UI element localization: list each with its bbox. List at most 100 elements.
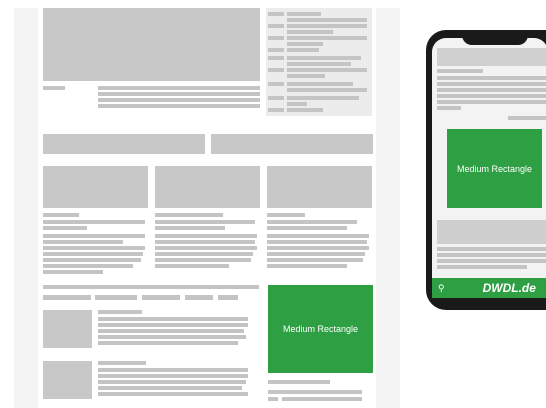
- sidebar-item: [268, 36, 284, 40]
- teaser-line: [267, 226, 347, 230]
- brand-logo[interactable]: DWDL.de: [483, 281, 536, 295]
- hero-caption: [43, 86, 65, 90]
- teaser-line: [267, 234, 369, 238]
- search-icon[interactable]: ⚲: [438, 283, 445, 294]
- mobile-text-line: [437, 106, 461, 110]
- list-line: [98, 317, 248, 321]
- mobile-text-line: [437, 88, 546, 92]
- teaser-headline: [155, 213, 223, 217]
- sidebar-item: [268, 108, 284, 112]
- nav-tab: [185, 295, 213, 300]
- mobile-text-line: [437, 259, 546, 263]
- teaser-line: [43, 258, 141, 262]
- list-line: [98, 341, 238, 345]
- sidebar-item: [287, 88, 367, 92]
- banner-right: [211, 134, 373, 154]
- nav-tab: [95, 295, 137, 300]
- hero-image: [43, 8, 260, 81]
- mobile-text-line: [508, 116, 546, 120]
- teaser-headline: [267, 213, 305, 217]
- ad-label: Medium Rectangle: [282, 324, 359, 334]
- sidebar-item: [287, 24, 367, 28]
- sidebar-item: [287, 102, 307, 106]
- mobile-text-line: [437, 100, 546, 104]
- mobile-ad-label: Medium Rectangle: [456, 163, 533, 174]
- list-headline: [98, 361, 146, 365]
- sidebar-item: [287, 30, 333, 34]
- teaser-line: [155, 234, 257, 238]
- sidebar-item: [287, 96, 359, 100]
- teaser-line: [155, 220, 255, 224]
- teaser-line: [43, 252, 143, 256]
- list-line: [98, 392, 248, 396]
- list-thumbnail: [43, 361, 92, 399]
- mobile-text-line: [437, 253, 546, 257]
- list-line: [98, 386, 242, 390]
- mobile-text-line: [437, 82, 546, 86]
- sidebar-item: [287, 42, 323, 46]
- teaser-line: [43, 234, 145, 238]
- sidebar-footer-line: [268, 380, 330, 384]
- list-line: [98, 323, 248, 327]
- sidebar-item: [287, 48, 319, 52]
- teaser-line: [267, 246, 369, 250]
- teaser-line: [43, 264, 133, 268]
- teaser-line: [43, 240, 123, 244]
- sidebar-footer-line: [282, 397, 362, 401]
- sidebar-item: [287, 74, 325, 78]
- sidebar-footer-line: [268, 390, 362, 394]
- mobile-text-line: [437, 247, 546, 251]
- hero-text-line: [98, 104, 260, 108]
- sidebar-item: [268, 56, 284, 60]
- sidebar-item: [287, 18, 367, 22]
- hero-text-line: [98, 86, 260, 90]
- list-line: [98, 368, 248, 372]
- teaser-line: [267, 264, 347, 268]
- sidebar-item: [287, 62, 351, 66]
- mobile-text-line: [437, 76, 546, 80]
- sidebar-item: [287, 36, 367, 40]
- list-line: [98, 329, 244, 333]
- nav-tab: [142, 295, 180, 300]
- sidebar-item: [287, 56, 361, 60]
- teaser-line: [155, 258, 251, 262]
- teaser-image: [43, 166, 148, 208]
- mobile-text-line: [437, 69, 483, 73]
- teaser-headline: [43, 213, 79, 217]
- teaser-line: [43, 270, 103, 274]
- sidebar-item: [287, 82, 353, 86]
- hero-text-line: [98, 98, 260, 102]
- list-thumbnail: [43, 310, 92, 348]
- mobile-text-line: [437, 265, 527, 269]
- teaser-line: [267, 252, 365, 256]
- sidebar-item: [268, 68, 284, 72]
- teaser-image: [155, 166, 260, 208]
- sidebar-item: [268, 24, 284, 28]
- teaser-line: [155, 264, 229, 268]
- desktop-medium-rectangle-ad[interactable]: Medium Rectangle: [268, 285, 373, 373]
- sidebar-item: [287, 68, 367, 72]
- sidebar-item: [268, 12, 284, 16]
- teaser-line: [43, 226, 87, 230]
- teaser-line: [267, 220, 357, 224]
- list-line: [98, 380, 246, 384]
- mobile-hero-image: [437, 48, 546, 66]
- nav-tab: [43, 295, 91, 300]
- list-line: [98, 335, 246, 339]
- mobile-medium-rectangle-ad[interactable]: Medium Rectangle: [447, 129, 542, 208]
- banner-left: [43, 134, 205, 154]
- teaser-line: [155, 240, 255, 244]
- teaser-line: [267, 258, 363, 262]
- list-headline: [98, 310, 142, 314]
- teaser-image: [267, 166, 372, 208]
- list-line: [98, 374, 248, 378]
- mobile-text-line: [437, 94, 546, 98]
- teaser-line: [155, 246, 257, 250]
- sidebar-item: [287, 108, 323, 112]
- teaser-line: [155, 252, 253, 256]
- hero-text-line: [98, 92, 260, 96]
- sidebar-item: [268, 82, 284, 86]
- teaser-line: [155, 226, 225, 230]
- phone-notch: [462, 31, 528, 45]
- teaser-line: [267, 240, 367, 244]
